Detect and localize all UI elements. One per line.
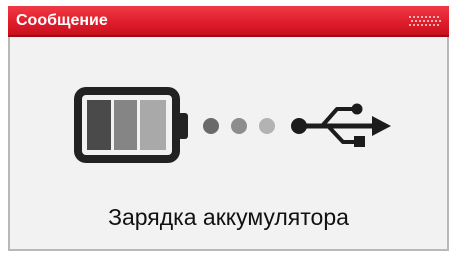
dialog-titlebar[interactable]: Сообщение	[8, 6, 449, 37]
usb-icon	[291, 103, 391, 147]
battery-icon	[74, 87, 188, 163]
message-dialog: Сообщение Зарядка аккумулятора	[8, 6, 449, 251]
charging-message: Зарядка аккумулятора	[108, 204, 349, 230]
grip-icon	[409, 16, 441, 26]
progress-dots-icon	[203, 118, 275, 134]
dialog-title: Сообщение	[16, 12, 108, 29]
charging-illustration	[74, 87, 391, 163]
dialog-content: Зарядка аккумулятора	[10, 37, 447, 249]
